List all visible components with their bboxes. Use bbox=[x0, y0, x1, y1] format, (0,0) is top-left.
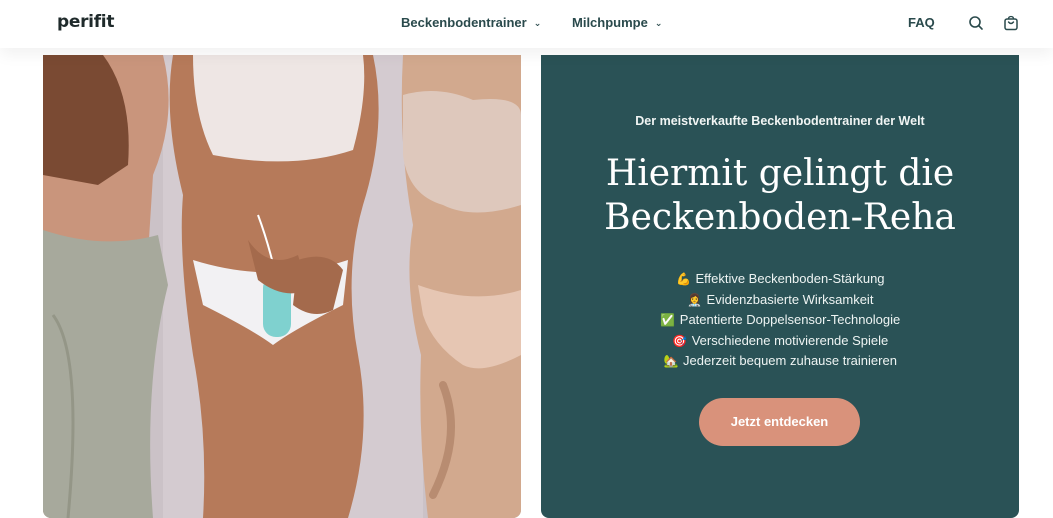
check-mark-icon: ✅ bbox=[660, 313, 676, 327]
nav-label: Beckenbodentrainer bbox=[401, 15, 527, 30]
nav-milchpumpe[interactable]: Milchpumpe ⌄ bbox=[572, 15, 662, 30]
nav-label: Milchpumpe bbox=[572, 15, 648, 30]
nav-faq[interactable]: FAQ bbox=[908, 15, 935, 30]
feature-item: 💪 Effektive Beckenboden-Stärkung bbox=[541, 269, 1019, 290]
feature-text: Verschiedene motivierende Spiele bbox=[691, 332, 889, 348]
feature-list: 💪 Effektive Beckenboden-Stärkung 👩‍⚕️ Evid… bbox=[541, 269, 1019, 372]
flexed-biceps-icon: 💪 bbox=[675, 272, 691, 286]
nav-beckenbodentrainer[interactable]: Beckenbodentrainer ⌄ bbox=[401, 15, 541, 30]
target-icon: 🎯 bbox=[672, 333, 688, 348]
chevron-down-icon: ⌄ bbox=[533, 18, 542, 28]
feature-item: 👩‍⚕️ Evidenzbasierte Wirksamkeit bbox=[541, 290, 1019, 311]
cta-button[interactable]: Jetzt entdecken bbox=[699, 398, 860, 446]
site-header: perifit Beckenbodentrainer ⌄ Milchpumpe ⌄ … bbox=[0, 0, 1053, 48]
logo[interactable]: perifit bbox=[57, 12, 114, 32]
feature-item: ✅ Patentierte Doppelsensor-Technologie bbox=[541, 310, 1019, 331]
hero-title: Hiermit gelingt die Beckenboden-Reha bbox=[541, 152, 1019, 240]
feature-text: Effektive Beckenboden-Stärkung bbox=[695, 271, 885, 286]
women-in-underwear-illustration bbox=[43, 55, 521, 518]
hero-title-line-1: Hiermit gelingt die bbox=[605, 153, 955, 194]
house-icon: 🏡 bbox=[663, 354, 679, 368]
search-icon[interactable] bbox=[968, 15, 984, 31]
hero-product-photo bbox=[43, 55, 521, 518]
hero-eyebrow: Der meistverkaufte Beckenbodentrainer de… bbox=[635, 114, 925, 128]
feature-text: Evidenzbasierte Wirksamkeit bbox=[706, 291, 874, 307]
hero-panel: Der meistverkaufte Beckenbodentrainer de… bbox=[541, 55, 1019, 518]
cart-icon[interactable] bbox=[1003, 15, 1019, 31]
feature-text: Jederzeit bequem zuhause trainieren bbox=[683, 353, 897, 368]
hero-title-line-2: Beckenboden-Reha bbox=[604, 197, 956, 238]
feature-item: 🎯 Verschiedene motivierende Spiele bbox=[541, 331, 1019, 352]
health-worker-icon: 👩‍⚕️ bbox=[687, 292, 703, 307]
feature-text: Patentierte Doppelsensor-Technologie bbox=[679, 312, 901, 327]
chevron-down-icon: ⌄ bbox=[654, 18, 663, 28]
feature-item: 🏡 Jederzeit bequem zuhause trainieren bbox=[541, 351, 1019, 372]
